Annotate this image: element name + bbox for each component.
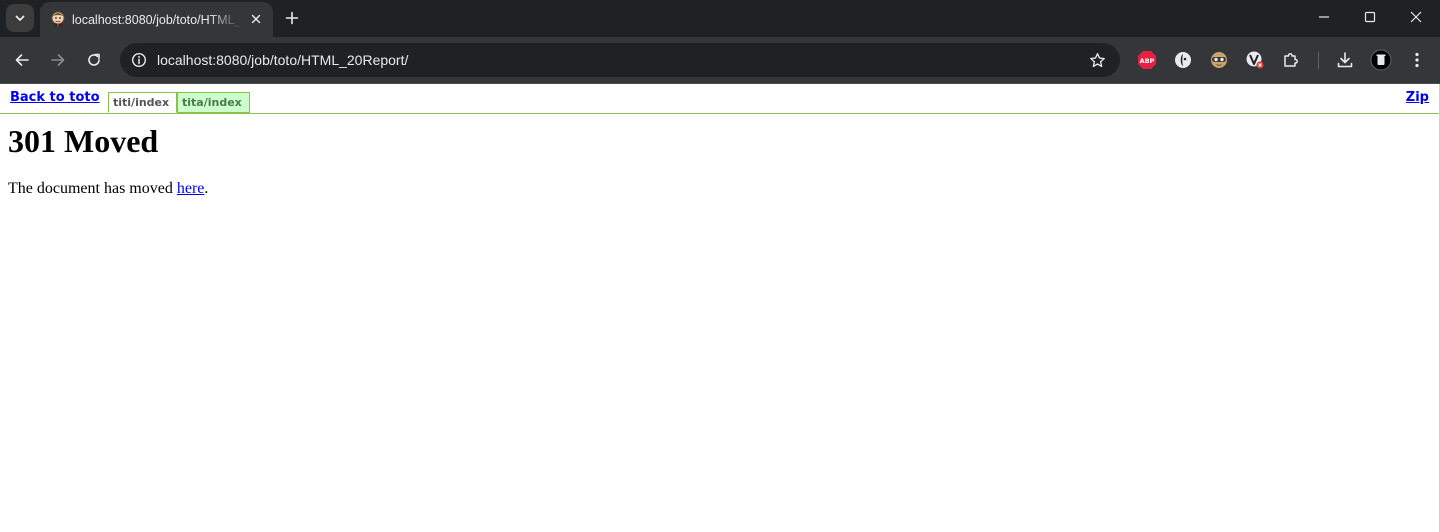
tab-search-button[interactable] bbox=[6, 4, 34, 32]
url-text: localhost:8080/job/toto/HTML_20Report/ bbox=[157, 52, 409, 68]
badge-extension-button[interactable] bbox=[1244, 49, 1266, 71]
site-info-button[interactable] bbox=[128, 49, 150, 71]
adblock-plus-icon: ABP bbox=[1138, 51, 1156, 69]
profile-button[interactable] bbox=[1370, 49, 1392, 71]
report-tab-tita[interactable]: tita/index bbox=[177, 92, 250, 113]
html-report-tab-bar: Back to toto titi/index tita/index Zip bbox=[0, 84, 1439, 114]
browser-toolbar: localhost:8080/job/toto/HTML_20Report/ A… bbox=[0, 37, 1440, 83]
address-bar[interactable]: localhost:8080/job/toto/HTML_20Report/ bbox=[120, 43, 1120, 77]
adblock-label: ABP bbox=[1140, 57, 1155, 65]
tab-strip: localhost:8080/job/toto/HTML_20Report/ bbox=[0, 0, 1440, 37]
redirect-link[interactable]: here bbox=[177, 180, 205, 197]
moved-message: The document has moved here. bbox=[8, 179, 208, 199]
new-tab-button[interactable] bbox=[280, 6, 304, 30]
extension-face-icon bbox=[1211, 52, 1227, 68]
report-frame: 301 Moved The document has moved here. bbox=[0, 115, 1439, 532]
more-vertical-icon bbox=[1415, 52, 1419, 68]
moved-message-text: The document has moved bbox=[8, 180, 177, 197]
browser-menu-button[interactable] bbox=[1406, 49, 1428, 71]
download-icon bbox=[1337, 52, 1353, 68]
extensions-puzzle-icon bbox=[1284, 53, 1298, 67]
reload-button[interactable] bbox=[80, 46, 108, 74]
privacy-extension-button[interactable] bbox=[1172, 49, 1194, 71]
close-icon bbox=[1410, 11, 1422, 23]
window-close-button[interactable] bbox=[1393, 0, 1439, 34]
extension-badge-icon bbox=[1246, 51, 1264, 69]
arrow-left-icon bbox=[15, 54, 29, 66]
back-button[interactable] bbox=[8, 46, 36, 74]
adblock-plus-button[interactable]: ABP bbox=[1136, 49, 1158, 71]
face-extension-button[interactable] bbox=[1208, 49, 1230, 71]
jenkins-icon bbox=[51, 11, 65, 27]
minimize-icon bbox=[1319, 16, 1329, 18]
toolbar-divider bbox=[1318, 52, 1319, 69]
browser-tab[interactable]: localhost:8080/job/toto/HTML_20Report/ bbox=[40, 2, 273, 37]
maximize-icon bbox=[1364, 11, 1376, 23]
privacy-badger-icon bbox=[1175, 52, 1191, 68]
reload-icon bbox=[88, 53, 100, 66]
zip-download-link[interactable]: Zip bbox=[1406, 90, 1429, 105]
page-title: 301 Moved bbox=[8, 123, 159, 159]
tab-close-button[interactable] bbox=[247, 10, 265, 28]
chevron-down-icon bbox=[15, 15, 25, 21]
moved-message-suffix: . bbox=[204, 180, 209, 197]
back-to-job-link[interactable]: Back to toto bbox=[10, 90, 100, 105]
arrow-right-icon bbox=[51, 54, 65, 66]
star-icon bbox=[1089, 52, 1105, 67]
plus-icon bbox=[285, 11, 299, 25]
minimize-button[interactable] bbox=[1301, 0, 1347, 34]
close-icon bbox=[251, 14, 261, 24]
info-icon bbox=[131, 52, 147, 68]
downloads-button[interactable] bbox=[1334, 49, 1356, 71]
report-tab-titi[interactable]: titi/index bbox=[108, 92, 177, 113]
avatar-icon bbox=[1370, 49, 1392, 71]
bookmark-button[interactable] bbox=[1086, 49, 1108, 71]
extensions-button[interactable] bbox=[1280, 49, 1302, 71]
maximize-button[interactable] bbox=[1347, 0, 1393, 34]
forward-button[interactable] bbox=[44, 46, 72, 74]
tab-title: localhost:8080/job/toto/HTML_20Report/ bbox=[72, 13, 242, 27]
page-viewport: Back to toto titi/index tita/index Zip 3… bbox=[0, 84, 1440, 532]
